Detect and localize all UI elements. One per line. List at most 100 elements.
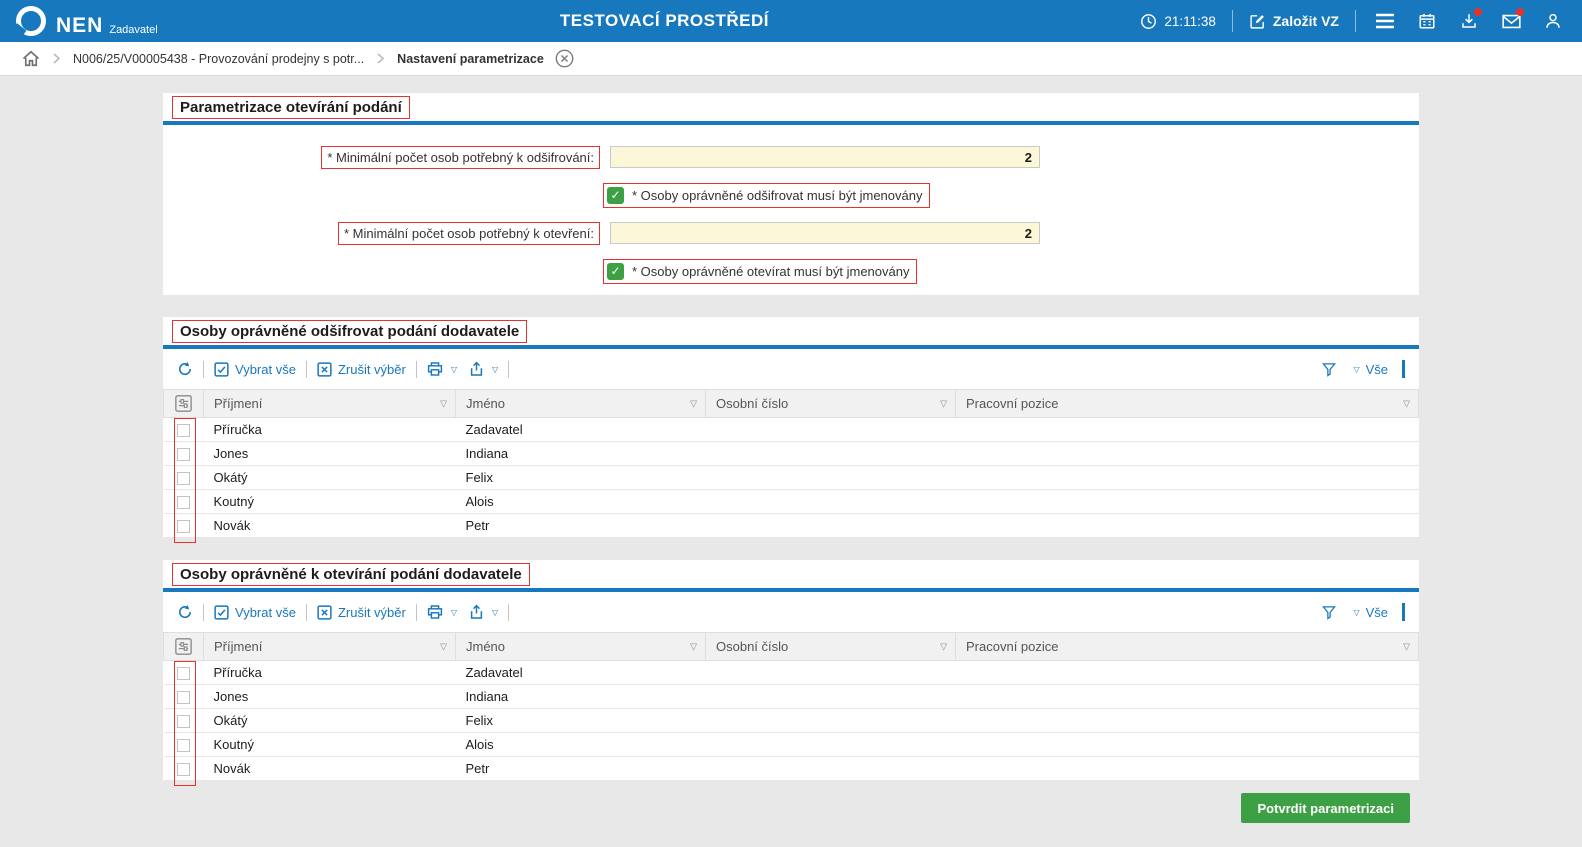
column-filter-icon[interactable]: ▽ (1403, 641, 1410, 652)
persons-table-decrypt: Příjmení▽ Jméno▽ Osobní číslo▽ Pracovní … (163, 389, 1419, 538)
select-all-button[interactable]: Vybrat vše (214, 605, 296, 620)
export-dropdown-caret[interactable]: ▽ (492, 365, 498, 374)
toolbar-divider (203, 361, 204, 378)
clear-selection-button[interactable]: Zrušit výběr (317, 362, 406, 377)
cell-prijmeni: Příručka (204, 661, 456, 685)
export-dropdown-caret[interactable]: ▽ (492, 608, 498, 617)
column-filter-icon[interactable]: ▽ (1403, 398, 1410, 409)
cell-jmeno: Felix (456, 466, 706, 490)
column-settings-button[interactable] (164, 390, 204, 418)
breadcrumb-close-button[interactable] (555, 49, 574, 68)
column-filter-icon[interactable]: ▽ (690, 398, 697, 409)
column-header-jmeno[interactable]: Jméno▽ (456, 390, 706, 418)
column-filter-icon[interactable]: ▽ (440, 398, 447, 409)
section-title-row: Osoby oprávněné odšifrovat podání dodava… (163, 317, 1419, 345)
filter-button[interactable] (1321, 362, 1337, 377)
column-header-osobni-cislo[interactable]: Osobní číslo▽ (706, 633, 956, 661)
column-settings-button[interactable] (164, 633, 204, 661)
breadcrumb-item-current[interactable]: Nastavení parametrizace (397, 52, 544, 66)
table-wrap: Příjmení▽ Jméno▽ Osobní číslo▽ Pracovní … (163, 389, 1419, 538)
messages-button[interactable] (1498, 8, 1524, 34)
checkbox-checked-icon (214, 605, 229, 620)
clear-selection-button[interactable]: Zrušit výběr (317, 605, 406, 620)
row-checkbox[interactable] (177, 763, 190, 776)
open-named-check-group: ✓ * Osoby oprávněné otevírat musí být jm… (603, 259, 917, 284)
toolbar-divider (306, 361, 307, 378)
open-named-checkbox[interactable]: ✓ (607, 263, 624, 280)
table-row[interactable]: Příručka Zadavatel (164, 661, 1419, 685)
table-row[interactable]: Okátý Felix (164, 466, 1419, 490)
min-open-label: * Minimální počet osob potřebný k otevře… (338, 222, 600, 245)
profile-button[interactable] (1540, 8, 1566, 34)
cell-prijmeni: Jones (204, 442, 456, 466)
column-filter-icon[interactable]: ▽ (690, 641, 697, 652)
row-checkbox[interactable] (177, 691, 190, 704)
row-checkbox[interactable] (177, 739, 190, 752)
table-row[interactable]: Jones Indiana (164, 442, 1419, 466)
cell-pracovni-pozice (956, 733, 1419, 757)
filter-button[interactable] (1321, 605, 1337, 620)
export-button[interactable]: ▽ (469, 604, 498, 620)
brand-name: NEN (56, 15, 103, 36)
table-toolbar: Vybrat vše Zrušit výběr ▽ ▽ (163, 349, 1419, 389)
refresh-button[interactable] (177, 361, 193, 377)
print-button[interactable]: ▽ (427, 361, 457, 377)
min-decrypt-label: * Minimální počet osob potřebný k odšifr… (321, 146, 600, 169)
print-dropdown-caret[interactable]: ▽ (451, 365, 457, 374)
breadcrumb-item-tender[interactable]: N006/25/V00005438 - Provozování prodejny… (73, 52, 364, 66)
print-dropdown-caret[interactable]: ▽ (451, 608, 457, 617)
row-checkbox[interactable] (177, 424, 190, 437)
label-cell: * Minimální počet osob potřebný k otevře… (163, 222, 600, 245)
row-checkbox[interactable] (177, 472, 190, 485)
column-header-pracovni-pozice[interactable]: Pracovní pozice▽ (956, 390, 1419, 418)
view-all-dropdown[interactable]: ▽ Vše (1351, 362, 1388, 377)
decrypt-named-checkbox[interactable]: ✓ (607, 187, 624, 204)
table-row[interactable]: Okátý Felix (164, 709, 1419, 733)
view-all-dropdown[interactable]: ▽ Vše (1351, 605, 1388, 620)
column-filter-icon[interactable]: ▽ (940, 398, 947, 409)
nen-logo-icon (16, 6, 46, 36)
home-button[interactable] (22, 50, 40, 67)
menu-button[interactable] (1372, 8, 1398, 34)
cell-jmeno: Indiana (456, 685, 706, 709)
cell-osobni-cislo (706, 685, 956, 709)
cell-jmeno: Zadavatel (456, 661, 706, 685)
cell-pracovni-pozice (956, 442, 1419, 466)
downloads-button[interactable] (1456, 8, 1482, 34)
print-button[interactable]: ▽ (427, 604, 457, 620)
table-row[interactable]: Jones Indiana (164, 685, 1419, 709)
table-row[interactable]: Novák Petr (164, 514, 1419, 538)
row-checkbox[interactable] (177, 448, 190, 461)
toolbar-divider (306, 604, 307, 621)
column-header-pracovni-pozice[interactable]: Pracovní pozice▽ (956, 633, 1419, 661)
refresh-button[interactable] (177, 604, 193, 620)
row-checkbox[interactable] (177, 667, 190, 680)
row-checkbox[interactable] (177, 715, 190, 728)
cell-jmeno: Indiana (456, 442, 706, 466)
row-checkbox[interactable] (177, 520, 190, 533)
column-filter-icon[interactable]: ▽ (440, 641, 447, 652)
cell-pracovni-pozice (956, 661, 1419, 685)
column-header-prijmeni[interactable]: Příjmení▽ (204, 390, 456, 418)
min-open-input[interactable] (610, 222, 1040, 244)
table-row[interactable]: Novák Petr (164, 757, 1419, 781)
view-all-caret: ▽ (1353, 608, 1359, 617)
calendar-button[interactable] (1414, 8, 1440, 34)
column-header-osobni-cislo[interactable]: Osobní číslo▽ (706, 390, 956, 418)
cell-osobni-cislo (706, 733, 956, 757)
column-header-prijmeni[interactable]: Příjmení▽ (204, 633, 456, 661)
clock-icon (1140, 13, 1157, 30)
column-filter-icon[interactable]: ▽ (940, 641, 947, 652)
column-header-jmeno[interactable]: Jméno▽ (456, 633, 706, 661)
select-all-button[interactable]: Vybrat vše (214, 362, 296, 377)
select-all-label: Vybrat vše (235, 605, 296, 620)
form-row: * Minimální počet osob potřebný k odšifr… (163, 143, 1419, 171)
min-decrypt-input[interactable] (610, 146, 1040, 168)
row-checkbox[interactable] (177, 496, 190, 509)
table-row[interactable]: Koutný Alois (164, 490, 1419, 514)
export-button[interactable]: ▽ (469, 361, 498, 377)
confirm-parametrization-button[interactable]: Potvrdit parametrizaci (1241, 793, 1410, 823)
create-vz-button[interactable]: Založit VZ (1249, 13, 1339, 30)
table-row[interactable]: Koutný Alois (164, 733, 1419, 757)
table-row[interactable]: Příručka Zadavatel (164, 418, 1419, 442)
